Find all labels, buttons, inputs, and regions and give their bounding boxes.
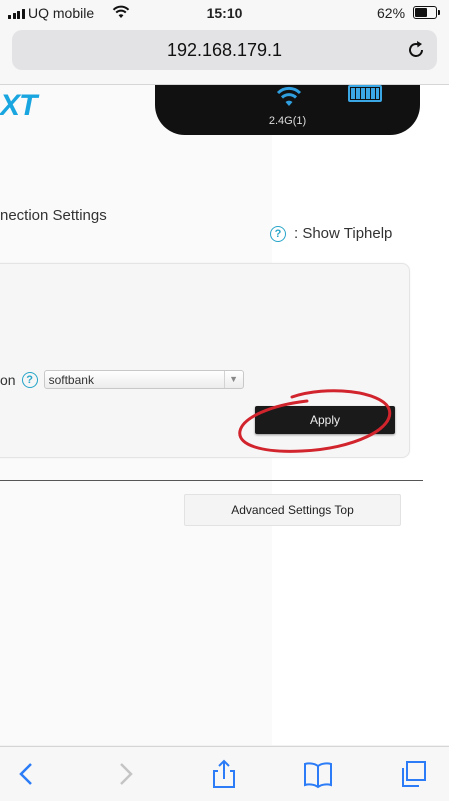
- chevron-down-icon[interactable]: ▼: [223, 371, 243, 388]
- share-icon[interactable]: [209, 759, 239, 789]
- profile-select-value: softbank: [48, 373, 94, 387]
- wifi-icon: [112, 5, 130, 18]
- reload-icon[interactable]: [405, 39, 427, 61]
- device-wifi-icon: [276, 86, 302, 106]
- carrier-name: UQ mobile: [28, 5, 95, 21]
- address-bar[interactable]: 192.168.179.1: [12, 30, 437, 70]
- field-help-icon[interactable]: ?: [21, 371, 38, 388]
- profile-field-row: on ? softbank ▼: [0, 370, 244, 389]
- bookmarks-icon[interactable]: [303, 759, 333, 789]
- help-icon[interactable]: ?: [270, 225, 286, 242]
- battery-icon: [413, 6, 440, 19]
- section-title: nection Settings: [0, 207, 107, 224]
- device-status-panel: 2.4G(1): [155, 85, 420, 135]
- status-bar: UQ mobile 15:10 62%: [0, 0, 449, 26]
- apply-button[interactable]: Apply: [255, 406, 395, 434]
- device-battery-icon: [348, 85, 382, 102]
- forward-icon[interactable]: [110, 759, 140, 789]
- brand-logo: XT: [0, 89, 37, 122]
- wifi-band-label: 2.4G(1): [268, 115, 307, 127]
- signal-icon: [8, 9, 25, 19]
- profile-select[interactable]: softbank ▼: [43, 370, 244, 389]
- profile-field-label: on: [0, 371, 16, 388]
- advanced-settings-top-button[interactable]: Advanced Settings Top: [184, 494, 401, 526]
- address-bar-area: 192.168.179.1: [0, 26, 449, 85]
- web-page: XT 2.4G(1) nection Settings ? : Show Tip…: [0, 85, 449, 745]
- tabs-icon[interactable]: [398, 759, 428, 789]
- battery-percent: 62%: [377, 5, 406, 21]
- url-text[interactable]: 192.168.179.1: [12, 40, 437, 61]
- divider: [0, 480, 423, 481]
- show-tiphelp[interactable]: ? : Show Tiphelp: [270, 225, 392, 242]
- browser-toolbar: [0, 746, 449, 801]
- back-icon[interactable]: [12, 759, 42, 789]
- show-tiphelp-label[interactable]: : Show Tiphelp: [294, 225, 392, 242]
